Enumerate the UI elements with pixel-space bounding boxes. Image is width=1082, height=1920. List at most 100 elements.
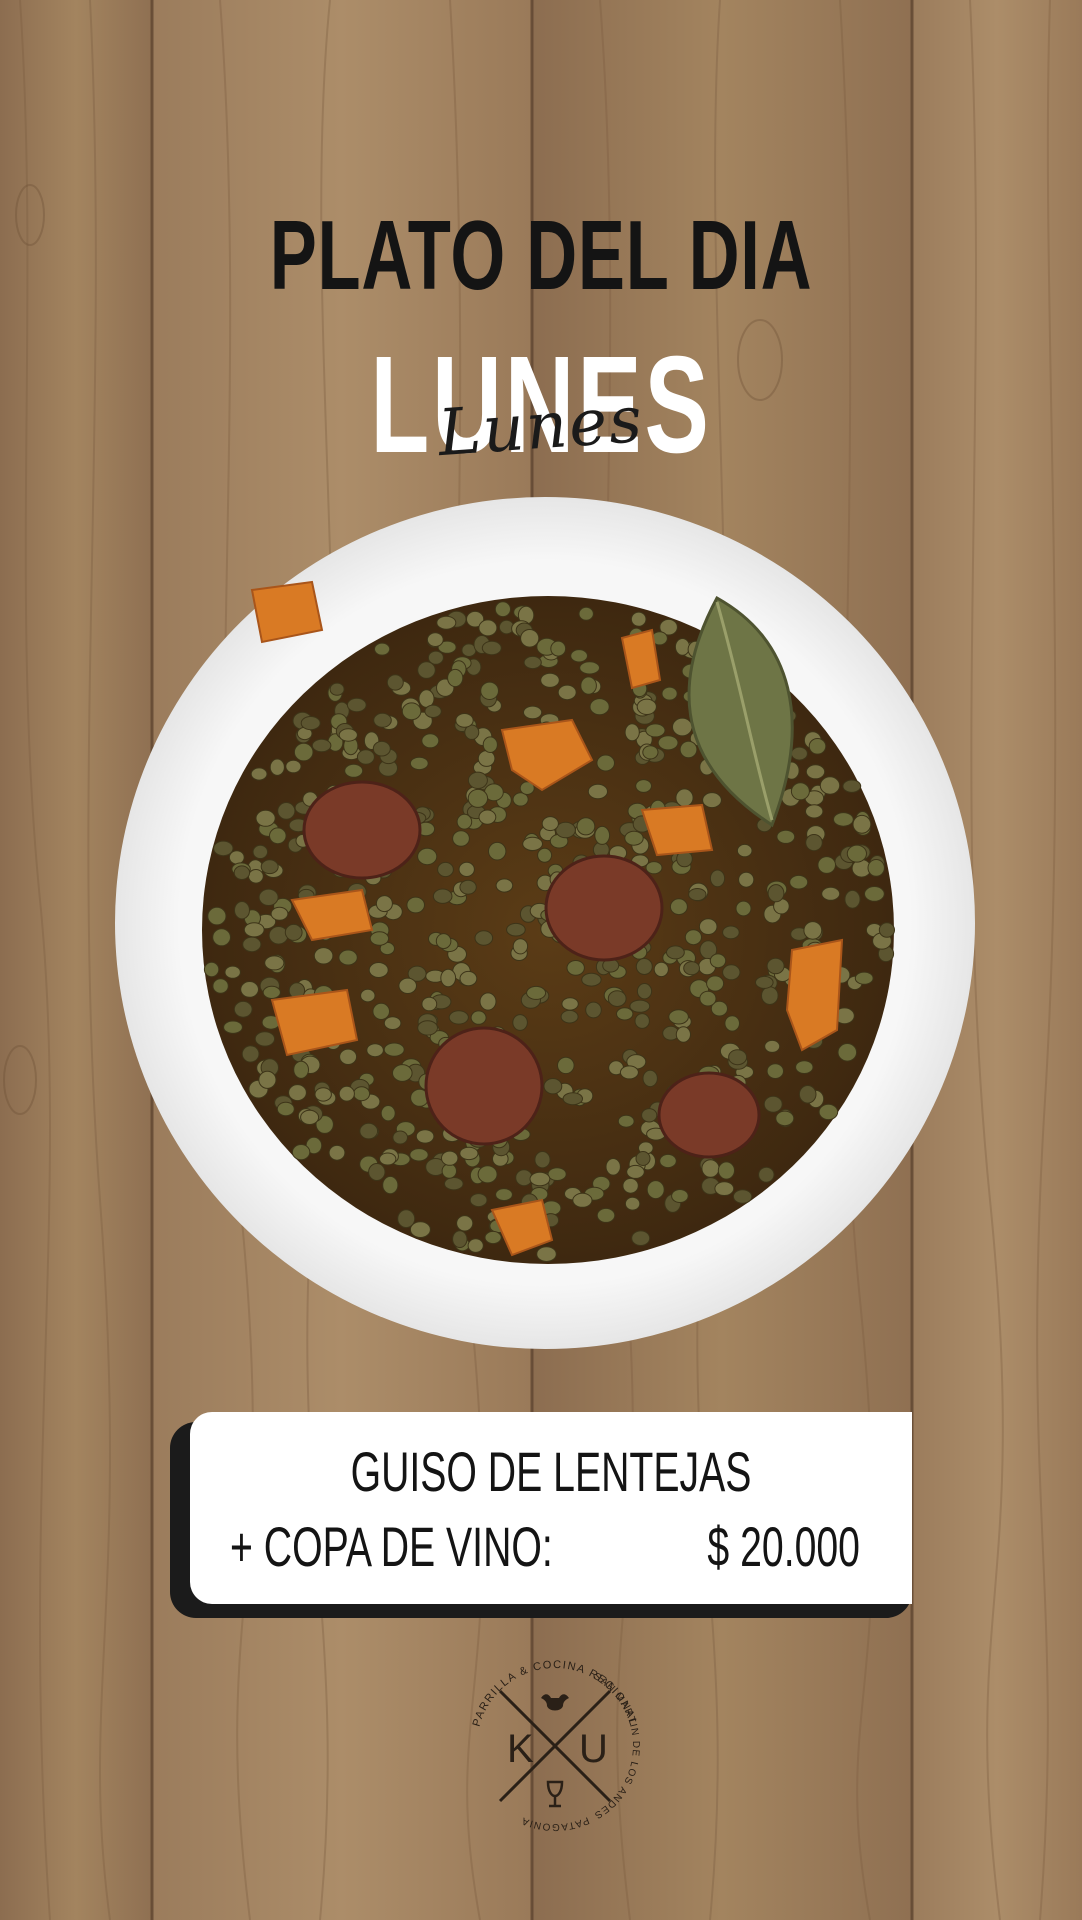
lentil	[776, 829, 796, 844]
lentil	[456, 1215, 474, 1232]
lentil	[359, 1122, 379, 1140]
page-title: PLATO DEL DIA	[269, 200, 813, 310]
lentil	[314, 1087, 332, 1102]
lentil	[455, 713, 474, 728]
lentil	[547, 1167, 567, 1181]
price-card: GUISO DE LENTEJAS + COPA DE VINO: $ 20.0…	[190, 1412, 912, 1604]
lentil	[543, 1078, 563, 1095]
lentil	[409, 756, 429, 771]
lentil	[284, 923, 303, 941]
lentil	[432, 888, 453, 904]
lentil	[702, 792, 722, 809]
lentil	[619, 1065, 639, 1080]
lentil	[817, 856, 837, 874]
lentil	[212, 978, 229, 994]
lentil	[755, 975, 774, 989]
wine-glass-icon	[546, 1780, 564, 1808]
lentil	[311, 738, 332, 753]
lentil	[458, 861, 475, 877]
lentil	[248, 869, 264, 884]
dish-price: $ 20.000	[707, 1515, 860, 1578]
lentil	[844, 889, 861, 909]
lentil	[617, 1114, 635, 1128]
lentil	[522, 836, 544, 851]
lentil	[645, 861, 663, 875]
lentil	[630, 611, 647, 627]
lentil	[805, 804, 824, 819]
lentil	[767, 884, 785, 903]
lentil	[657, 735, 679, 751]
lentil	[452, 830, 470, 847]
lentil	[270, 906, 289, 921]
lentil	[392, 1064, 413, 1082]
lentil	[242, 936, 262, 953]
lentil	[213, 840, 234, 857]
lentil	[401, 702, 422, 721]
lentil	[589, 698, 610, 716]
lentil	[735, 900, 752, 917]
lentil	[641, 1108, 658, 1123]
lentil	[722, 925, 740, 940]
lentil	[846, 844, 868, 863]
lentil	[646, 1180, 665, 1200]
lentil	[262, 985, 281, 999]
lentil	[484, 1230, 502, 1245]
lentil	[629, 999, 651, 1013]
lentil	[427, 650, 444, 665]
lentil	[842, 779, 862, 793]
lentil	[448, 1010, 469, 1025]
lentil	[803, 921, 823, 940]
lentil	[607, 990, 627, 1008]
lentil	[369, 931, 390, 946]
lentil	[512, 938, 529, 955]
lentil	[415, 1129, 435, 1144]
logo-ring-bottom: PATAGONIA	[519, 1814, 590, 1832]
lentil	[684, 929, 703, 946]
lentil	[763, 1095, 783, 1113]
lentil	[534, 1151, 551, 1169]
lentil	[576, 817, 596, 836]
lentil	[474, 930, 494, 946]
lentil	[520, 629, 540, 648]
lentil	[679, 740, 698, 759]
lentil	[668, 1009, 689, 1025]
lentil	[688, 888, 707, 901]
lentil	[661, 686, 678, 701]
lentil	[560, 1009, 579, 1024]
lentil	[624, 723, 640, 742]
lentil	[339, 1048, 358, 1065]
lentil	[382, 1175, 399, 1195]
lentil	[478, 619, 498, 637]
lentil	[506, 922, 526, 937]
lentil	[523, 705, 543, 720]
lentil	[372, 1002, 391, 1021]
dish-extra: + COPA DE VINO:	[230, 1515, 553, 1578]
lentil	[717, 1161, 736, 1180]
lentil	[456, 813, 473, 830]
lentil	[624, 1196, 641, 1211]
lentil	[368, 1163, 386, 1181]
lentil	[852, 814, 872, 834]
lentil	[417, 847, 438, 866]
lentil	[616, 1007, 634, 1021]
lentil	[636, 698, 657, 716]
lentil	[596, 1207, 616, 1223]
lentil	[642, 745, 659, 760]
lentil	[440, 968, 457, 988]
lentil	[808, 737, 827, 755]
lentil	[635, 1151, 651, 1166]
lentil	[635, 779, 652, 793]
lentil	[467, 1238, 484, 1253]
lentil	[447, 668, 464, 688]
lentil	[659, 1153, 677, 1169]
lentil	[368, 962, 389, 978]
lentil	[736, 843, 753, 858]
lentil	[766, 957, 785, 975]
lentil	[426, 632, 444, 648]
lentil	[353, 1086, 371, 1102]
lentil	[338, 949, 358, 966]
lentil	[671, 1189, 689, 1203]
lentil	[441, 1163, 457, 1179]
lentil	[436, 615, 457, 630]
lentil	[223, 1020, 243, 1034]
